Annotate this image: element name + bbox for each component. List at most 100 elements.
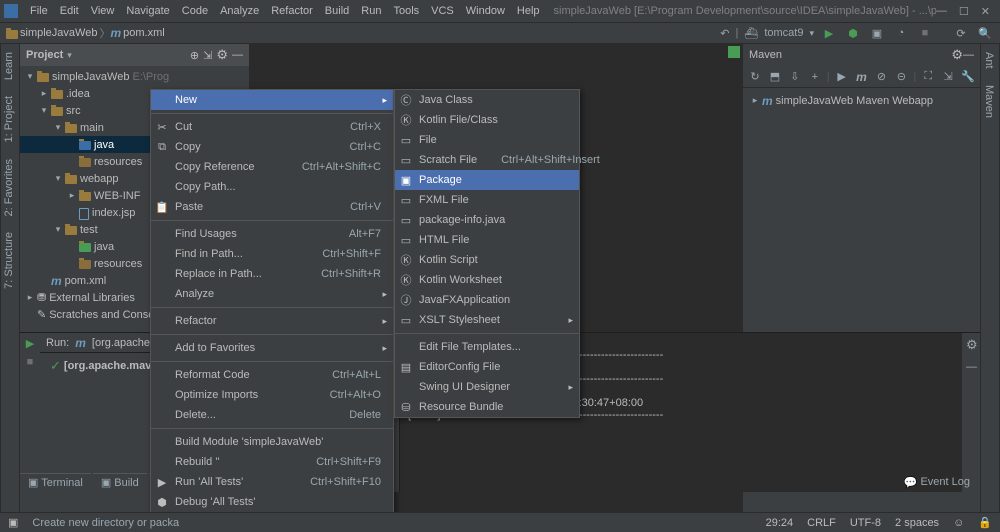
hide-icon[interactable]: — — [963, 49, 974, 61]
breadcrumb-file[interactable]: pom.xml — [121, 27, 167, 39]
run-icon[interactable]: ▶ — [820, 24, 838, 42]
run-config-selector[interactable]: tomcat9 — [764, 27, 803, 39]
gear-icon[interactable]: ⚙ — [962, 333, 980, 357]
menu-item-new[interactable]: New ▸ — [151, 90, 393, 110]
download-icon[interactable]: ⇩ — [787, 68, 803, 86]
menu-item-swing-ui-designer[interactable]: Swing UI Designer ▸ — [395, 377, 579, 397]
menu-item-copy[interactable]: ⧉ Copy Ctrl+C — [151, 137, 393, 157]
menu-item-package-info-java[interactable]: ▭ package-info.java — [395, 210, 579, 230]
tool-tab-7structure[interactable]: 7: Structure — [1, 224, 17, 297]
collapse-all-icon[interactable]: ⇲ — [940, 68, 956, 86]
menu-item-scratch-file[interactable]: ▭ Scratch File Ctrl+Alt+Shift+Insert — [395, 150, 579, 170]
menu-refactor[interactable]: Refactor — [265, 3, 319, 19]
hide-icon[interactable]: — — [232, 49, 243, 61]
breadcrumb-project[interactable]: simpleJavaWeb — [18, 27, 99, 39]
reimport-icon[interactable]: ↻ — [747, 68, 763, 86]
close-icon[interactable]: ✕ — [981, 5, 990, 18]
indent[interactable]: 2 spaces — [895, 517, 939, 529]
tool-tab-1project[interactable]: 1: Project — [1, 88, 17, 150]
maven-project-node[interactable]: ▸ m simpleJavaWeb Maven Webapp — [747, 92, 976, 109]
menu-view[interactable]: View — [85, 3, 121, 19]
menu-item-edit-file-templates-[interactable]: Edit File Templates... — [395, 337, 579, 357]
menu-navigate[interactable]: Navigate — [120, 3, 175, 19]
menu-edit[interactable]: Edit — [54, 3, 85, 19]
show-deps-icon[interactable]: ⛶ — [920, 68, 936, 86]
caret-position[interactable]: 29:24 — [766, 517, 794, 529]
search-icon[interactable]: 🔍 — [976, 24, 994, 42]
menu-item-build-module-simplejavaweb-[interactable]: Build Module 'simpleJavaWeb' — [151, 432, 393, 452]
menu-item-run-all-tests-[interactable]: ▶ Run 'All Tests' Ctrl+Shift+F10 — [151, 472, 393, 492]
back-icon[interactable]: ↶ — [720, 27, 729, 40]
rerun-icon[interactable]: ▶ — [26, 337, 34, 350]
select-file-icon[interactable]: ⊕ — [190, 49, 199, 62]
menu-item-javafxapplication[interactable]: Ⓙ JavaFXApplication — [395, 290, 579, 310]
line-separator[interactable]: CRLF — [807, 517, 836, 529]
menu-item-xslt-stylesheet[interactable]: ▭ XSLT Stylesheet ▸ — [395, 310, 579, 330]
menu-item-copy-reference[interactable]: Copy Reference Ctrl+Alt+Shift+C — [151, 157, 393, 177]
menu-item-refactor[interactable]: Refactor ▸ — [151, 311, 393, 331]
menu-item-kotlin-file-class[interactable]: Ⓚ Kotlin File/Class — [395, 110, 579, 130]
menu-item-copy-path-[interactable]: Copy Path... — [151, 177, 393, 197]
menu-item-find-usages[interactable]: Find Usages Alt+F7 — [151, 224, 393, 244]
wrench-icon[interactable]: 🔧 — [960, 68, 976, 86]
menu-item-reformat-code[interactable]: Reformat Code Ctrl+Alt+L — [151, 365, 393, 385]
stop-icon[interactable]: ■ — [27, 356, 34, 368]
toggle-offline-icon[interactable]: ⊘ — [873, 68, 889, 86]
collapse-icon[interactable]: ⇲ — [203, 49, 212, 62]
debug-icon[interactable]: ⬢ — [844, 24, 862, 42]
menu-vcs[interactable]: VCS — [425, 3, 460, 19]
menu-item-kotlin-script[interactable]: Ⓚ Kotlin Script — [395, 250, 579, 270]
profile-icon[interactable]: ◔ — [892, 24, 910, 42]
event-log-tab[interactable]: 💬 Event Log — [896, 472, 978, 492]
run-maven-icon[interactable]: ▶ — [834, 68, 850, 86]
menu-item-analyze[interactable]: Analyze ▸ — [151, 284, 393, 304]
menu-item-fxml-file[interactable]: ▭ FXML File — [395, 190, 579, 210]
stop-icon[interactable]: ■ — [916, 24, 934, 42]
menu-item-cut[interactable]: ✂ Cut Ctrl+X — [151, 117, 393, 137]
toggle-skip-tests-icon[interactable]: ⊝ — [893, 68, 909, 86]
gear-icon[interactable]: ⚙ — [951, 47, 963, 63]
tool-tab-2favorites[interactable]: 2: Favorites — [1, 151, 17, 224]
menu-build[interactable]: Build — [319, 3, 355, 19]
hide-icon[interactable]: — — [962, 357, 980, 377]
menu-item-replace-in-path-[interactable]: Replace in Path... Ctrl+Shift+R — [151, 264, 393, 284]
update-icon[interactable]: ⟳ — [952, 24, 970, 42]
project-pane-title[interactable]: Project — [26, 49, 63, 61]
tool-tab-ant[interactable]: Ant — [981, 44, 997, 77]
new-submenu[interactable]: Ⓒ Java Class Ⓚ Kotlin File/Class ▭ File … — [394, 89, 580, 418]
menu-item-resource-bundle[interactable]: ⛁ Resource Bundle — [395, 397, 579, 417]
menu-item-rebuild-default-[interactable]: Rebuild '' Ctrl+Shift+F9 — [151, 452, 393, 472]
menu-item-paste[interactable]: 📋 Paste Ctrl+V — [151, 197, 393, 217]
menu-code[interactable]: Code — [176, 3, 214, 19]
tool-tab-learn[interactable]: Learn — [1, 44, 17, 88]
inspection-ok-icon[interactable] — [728, 46, 740, 58]
menu-item-find-in-path-[interactable]: Find in Path... Ctrl+Shift+F — [151, 244, 393, 264]
minimize-icon[interactable]: — — [936, 5, 947, 18]
maximize-icon[interactable]: ☐ — [959, 5, 969, 18]
maven-m-icon[interactable]: m — [854, 68, 870, 86]
menu-window[interactable]: Window — [460, 3, 511, 19]
tool-tab-maven[interactable]: Maven — [981, 77, 997, 126]
menu-item-debug-all-tests-[interactable]: ⬢ Debug 'All Tests' — [151, 492, 393, 512]
menu-file[interactable]: File — [24, 3, 54, 19]
inspections-icon[interactable]: ☺ — [953, 517, 964, 529]
menu-item-java-class[interactable]: Ⓒ Java Class — [395, 90, 579, 110]
menu-item-package[interactable]: ▣ Package — [395, 170, 579, 190]
tool-windows-icon[interactable]: ▣ — [8, 516, 18, 529]
menu-item-delete-[interactable]: Delete... Delete — [151, 405, 393, 425]
menu-item-optimize-imports[interactable]: Optimize Imports Ctrl+Alt+O — [151, 385, 393, 405]
add-icon[interactable]: + — [807, 68, 823, 86]
menu-run[interactable]: Run — [355, 3, 387, 19]
menu-item-file[interactable]: ▭ File — [395, 130, 579, 150]
encoding[interactable]: UTF-8 — [850, 517, 881, 529]
menu-tools[interactable]: Tools — [387, 3, 425, 19]
menu-item-html-file[interactable]: ▭ HTML File — [395, 230, 579, 250]
menu-help[interactable]: Help — [511, 3, 546, 19]
bottom-tab-build[interactable]: ▣ Build — [93, 473, 147, 491]
menu-item-add-to-favorites[interactable]: Add to Favorites ▸ — [151, 338, 393, 358]
menu-item-kotlin-worksheet[interactable]: Ⓚ Kotlin Worksheet — [395, 270, 579, 290]
context-menu[interactable]: New ▸ ✂ Cut Ctrl+X ⧉ Copy Ctrl+C Copy Re… — [150, 89, 394, 512]
tree-node-simplejavaweb[interactable]: ▾ simpleJavaWeb E:\Prog — [20, 68, 249, 85]
coverage-icon[interactable]: ▣ — [868, 24, 886, 42]
generate-sources-icon[interactable]: ⬒ — [767, 68, 783, 86]
